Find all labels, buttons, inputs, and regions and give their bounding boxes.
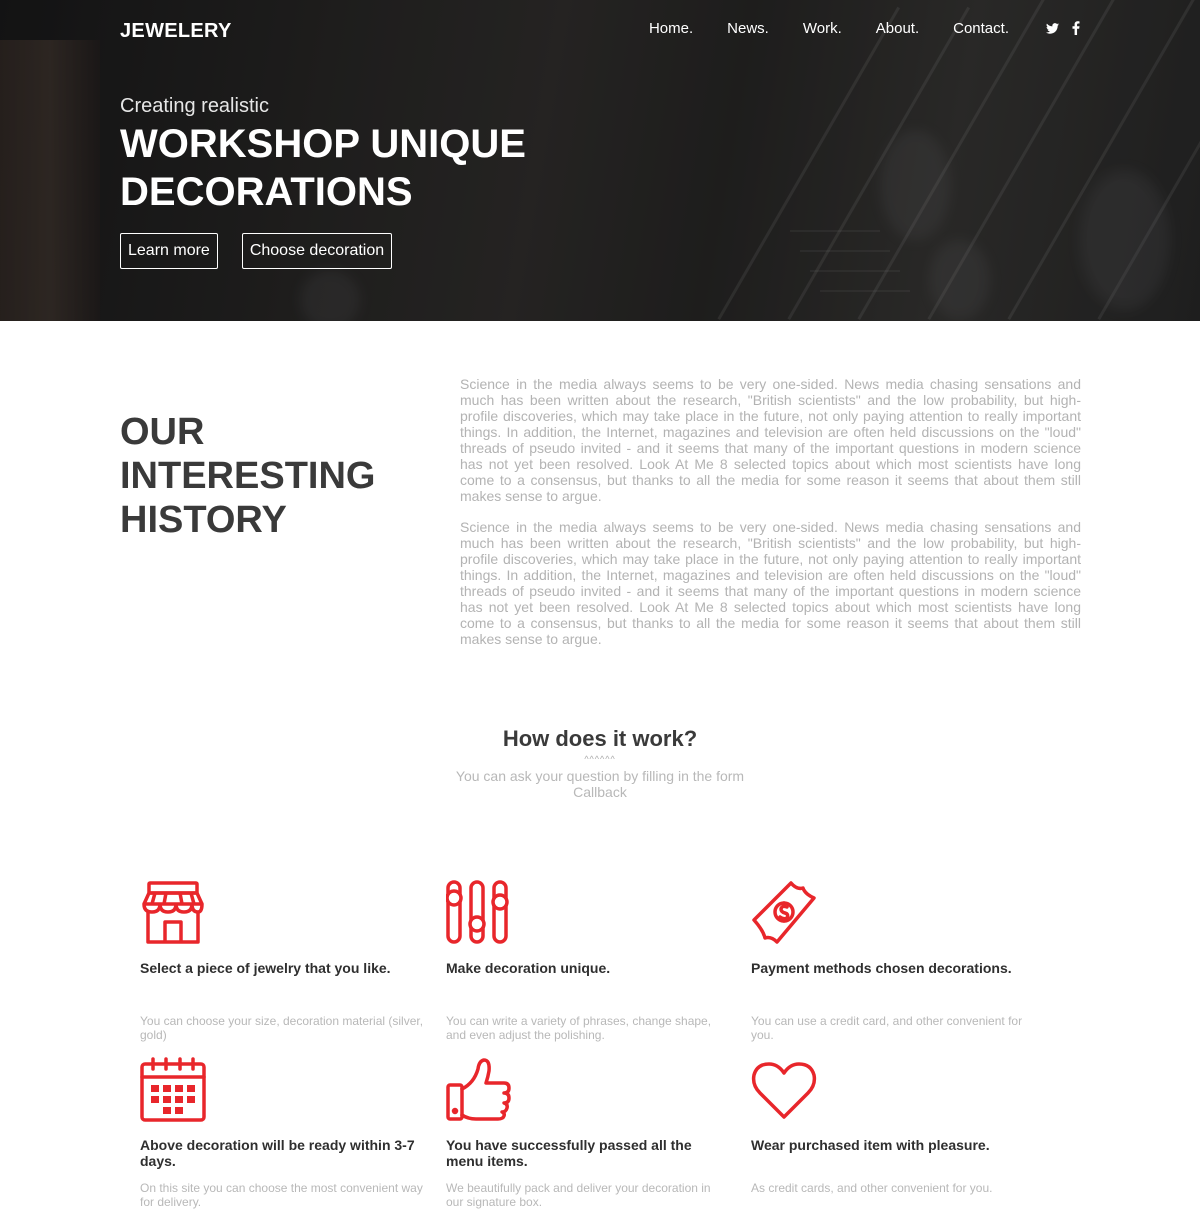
- nav-work[interactable]: Work.: [803, 20, 842, 37]
- nav-news[interactable]: News.: [727, 20, 769, 37]
- social-links: [1035, 19, 1083, 37]
- feature-text: You can write a variety of phrases, chan…: [446, 1014, 712, 1042]
- nav-about[interactable]: About.: [876, 20, 919, 37]
- hero-banner: JEWELERY Home. News. Work. About. Contac…: [0, 0, 1200, 321]
- learn-more-button[interactable]: Learn more: [120, 233, 218, 269]
- feature-card: Wear purchased item with pleasure. As cr…: [751, 1057, 1036, 1195]
- feature-text: You can choose your size, decoration mat…: [140, 1014, 424, 1042]
- sliders-icon: [445, 880, 512, 946]
- history-title: OUR INTERESTING HISTORY: [120, 411, 376, 541]
- nav-home[interactable]: Home.: [649, 20, 693, 37]
- title-decoration: ^^^^^^: [584, 754, 616, 764]
- how-it-works-subtitle: You can ask your question by filling in …: [455, 768, 745, 800]
- money-icon: [751, 880, 817, 946]
- facebook-icon[interactable]: [1069, 19, 1083, 37]
- feature-card: Payment methods chosen decorations. You …: [751, 880, 1036, 1042]
- feature-text: We beautifully pack and deliver your dec…: [446, 1181, 711, 1209]
- thumbs-up-icon: [446, 1057, 512, 1123]
- history-paragraph: Science in the media always seems to be …: [460, 519, 1081, 647]
- site-logo[interactable]: JEWELERY: [120, 20, 232, 43]
- feature-title: Wear purchased item with pleasure.: [751, 1137, 990, 1153]
- how-it-works-header: How does it work? ^^^^^^ You can ask you…: [0, 726, 1200, 800]
- feature-card: Make decoration unique. You can write a …: [445, 880, 731, 1042]
- nav-contact[interactable]: Contact.: [953, 20, 1009, 37]
- feature-text: As credit cards, and other convenient fo…: [751, 1181, 993, 1195]
- twitter-icon[interactable]: [1045, 19, 1059, 37]
- feature-title: You have successfully passed all the men…: [446, 1137, 692, 1169]
- heart-icon: [751, 1057, 817, 1123]
- choose-decoration-button[interactable]: Choose decoration: [241, 233, 393, 269]
- calendar-icon: [140, 1057, 206, 1123]
- feature-text: You can use a credit card, and other con…: [751, 1014, 1023, 1042]
- feature-card: Select a piece of jewelry that you like.…: [140, 880, 425, 1042]
- feature-card: Above decoration will be ready within 3-…: [140, 1057, 425, 1209]
- feature-title: Select a piece of jewelry that you like.: [140, 960, 391, 976]
- hero-buttons: Learn more Choose decoration: [120, 233, 416, 269]
- hero-title: WORKSHOP UNIQUE DECORATIONS: [120, 122, 526, 214]
- feature-title: Make decoration unique.: [446, 960, 611, 976]
- history-paragraph: Science in the media always seems to be …: [460, 376, 1081, 504]
- feature-text: On this site you can choose the most con…: [140, 1181, 423, 1209]
- history-text: Science in the media always seems to be …: [460, 376, 1081, 662]
- how-it-works-title: How does it work?: [502, 726, 698, 751]
- shop-icon: [140, 880, 206, 946]
- hero-subtitle: Creating realistic: [120, 95, 269, 117]
- feature-title: Above decoration will be ready within 3-…: [140, 1137, 415, 1169]
- main-nav: Home. News. Work. About. Contact.: [649, 19, 1200, 37]
- feature-title: Payment methods chosen decorations.: [751, 960, 1012, 976]
- feature-card: You have successfully passed all the men…: [446, 1057, 731, 1209]
